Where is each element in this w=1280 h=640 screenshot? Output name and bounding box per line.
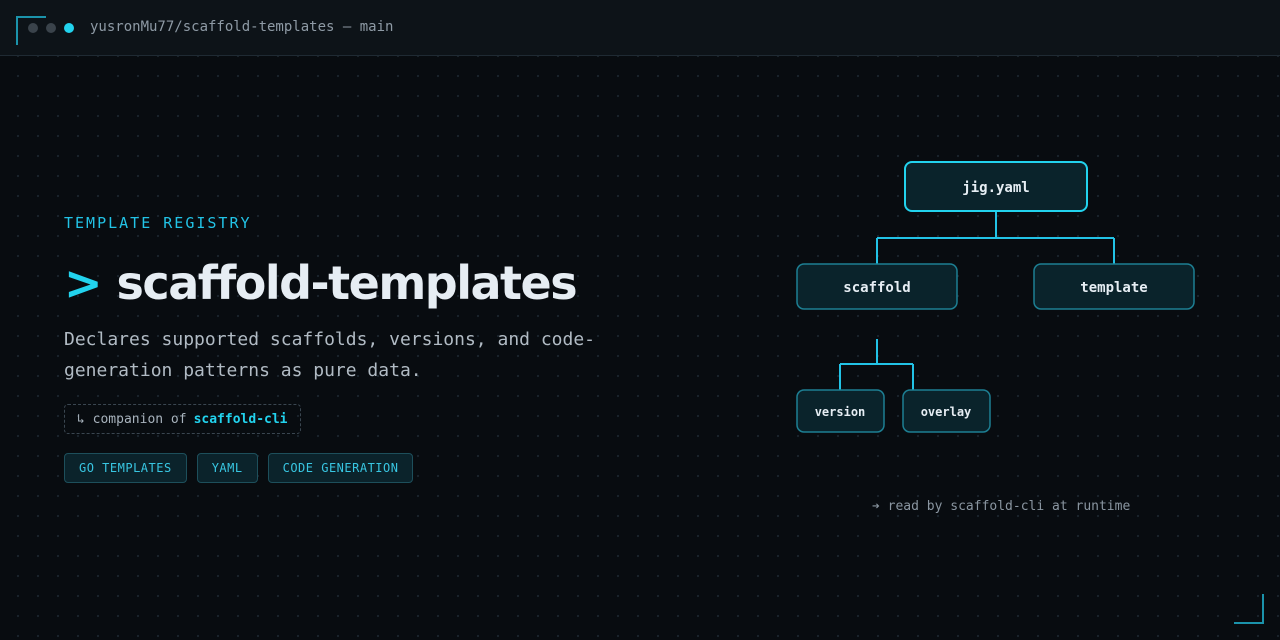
- connector-scaffold: [839, 339, 914, 390]
- corner-bracket-icon: [16, 16, 46, 45]
- node-template[interactable]: template: [1033, 263, 1195, 310]
- title-bar: yusronMu77/scaffold-templates — main: [0, 0, 1280, 56]
- node-root-label: jig.yaml: [962, 180, 1029, 196]
- node-version[interactable]: version: [796, 389, 885, 433]
- connector-root: [876, 211, 1115, 264]
- node-scaffold-label: scaffold: [843, 280, 910, 296]
- tag-go-templates[interactable]: GO TEMPLATES: [64, 453, 187, 483]
- prompt-caret-icon: >: [64, 256, 103, 310]
- node-root[interactable]: jig.yaml: [904, 161, 1088, 212]
- corner-bracket-icon: [1234, 594, 1264, 624]
- window-control-dot-active[interactable]: [64, 23, 74, 33]
- companion-prefix: ↳ companion of: [77, 411, 187, 427]
- node-template-label: template: [1080, 280, 1147, 296]
- tag-yaml[interactable]: YAML: [196, 453, 258, 483]
- window-control-dot[interactable]: [46, 23, 56, 33]
- repo-name: scaffold-templates: [116, 256, 578, 310]
- companion-badge: ↳ companion of scaffold-cli: [64, 404, 301, 434]
- tag-code-generation[interactable]: CODE GENERATION: [267, 453, 414, 483]
- window-title: yusronMu77/scaffold-templates — main: [90, 19, 394, 35]
- companion-link[interactable]: scaffold-cli: [194, 412, 288, 427]
- diagram-footnote: ➔ read by scaffold-cli at runtime: [872, 499, 1131, 514]
- tag-list: GO TEMPLATES YAML CODE GENERATION: [64, 453, 414, 483]
- section-eyebrow: TEMPLATE REGISTRY: [64, 214, 252, 232]
- page-title: > scaffold-templates: [64, 252, 578, 314]
- repo-description: Declares supported scaffolds, versions, …: [64, 329, 596, 381]
- node-scaffold[interactable]: scaffold: [796, 263, 958, 310]
- node-overlay-label: overlay: [921, 405, 972, 419]
- node-overlay[interactable]: overlay: [902, 389, 991, 433]
- node-version-label: version: [815, 405, 866, 419]
- structure-diagram: jig.yaml scaffold template version overl…: [796, 161, 1195, 433]
